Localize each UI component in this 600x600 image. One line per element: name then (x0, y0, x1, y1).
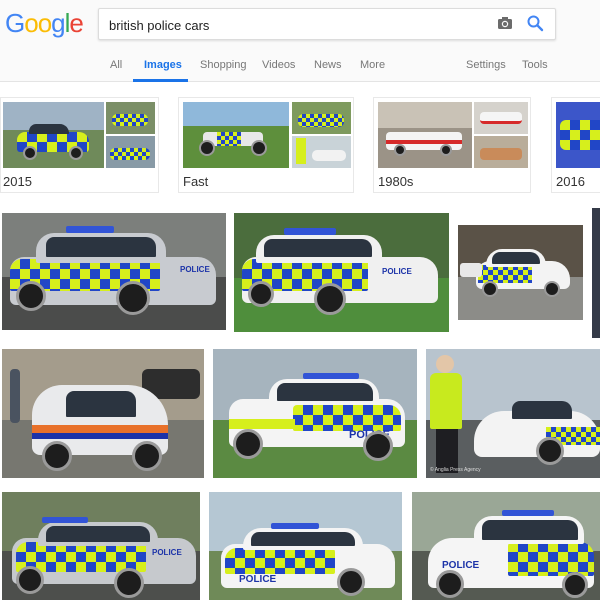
tab-all[interactable]: All (110, 59, 122, 71)
image-credit: © Anglia Press Agency (430, 467, 481, 473)
search-box[interactable] (98, 8, 556, 40)
chip-thumb (292, 136, 351, 168)
logo-letter: o (24, 8, 39, 38)
image-result[interactable]: POLICE (2, 213, 226, 330)
header-bar: Google All Images Shopping Videos News M… (0, 0, 600, 82)
image-result[interactable]: © Anglia Press Agency (426, 349, 600, 478)
chip-label: 2015 (3, 174, 32, 189)
image-result[interactable] (458, 225, 583, 320)
chip-label: 2016 (556, 174, 585, 189)
search-tabs: All Images Shopping Videos News More Set… (0, 55, 600, 82)
tab-shopping[interactable]: Shopping (200, 59, 247, 71)
chip-thumb (556, 102, 600, 168)
image-result[interactable]: POLICE (213, 349, 417, 478)
active-tab-indicator (133, 79, 188, 82)
image-result[interactable]: POLICE (412, 492, 600, 600)
tab-videos[interactable]: Videos (262, 59, 295, 71)
tab-news[interactable]: News (314, 59, 342, 71)
google-logo[interactable]: Google (5, 8, 84, 39)
image-result[interactable]: POLICE (2, 492, 200, 600)
chip-thumb (106, 102, 155, 134)
logo-letter: e (69, 8, 84, 38)
chip-label: 1980s (378, 174, 414, 189)
chip-thumb (474, 102, 528, 134)
chip-thumb (292, 102, 351, 134)
tab-tools[interactable]: Tools (522, 59, 548, 71)
related-chip-2015[interactable]: 2015 (0, 97, 159, 193)
logo-letter: o (37, 8, 53, 38)
related-chip-1980s[interactable]: 1980s (373, 97, 531, 193)
logo-letter: G (5, 8, 25, 38)
chip-thumb (183, 102, 289, 168)
related-chip-2016[interactable]: 2016 (551, 97, 600, 193)
tab-settings[interactable]: Settings (466, 59, 506, 71)
related-chip-fast[interactable]: Fast (178, 97, 354, 193)
chip-thumb (378, 102, 472, 168)
image-result[interactable] (2, 349, 204, 478)
image-result-partial[interactable] (592, 208, 600, 338)
chip-thumb (106, 136, 155, 168)
tab-more[interactable]: More (360, 59, 385, 71)
camera-icon[interactable] (497, 15, 513, 31)
chip-label: Fast (183, 174, 209, 189)
image-result[interactable]: POLICE (234, 213, 449, 332)
chip-thumb (3, 102, 104, 168)
chip-thumb (474, 136, 528, 168)
image-result[interactable]: POLICE (209, 492, 402, 600)
logo-letter: g (51, 8, 66, 38)
search-icon[interactable] (526, 14, 544, 32)
search-input[interactable] (109, 15, 489, 35)
tab-images[interactable]: Images (144, 59, 182, 71)
